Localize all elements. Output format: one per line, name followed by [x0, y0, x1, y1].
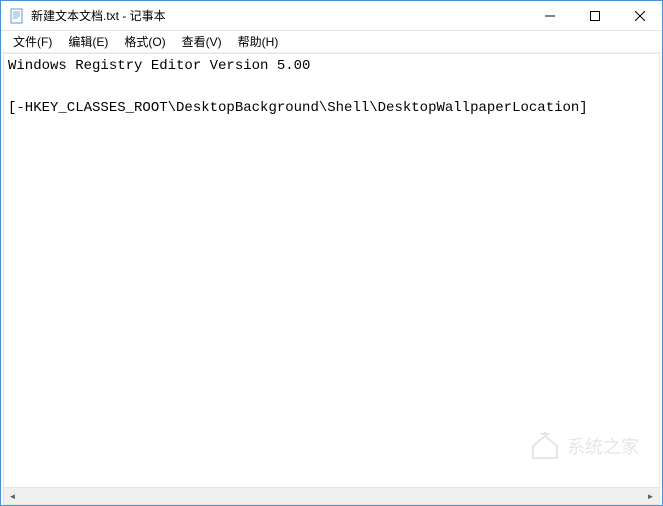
- menubar: 文件(F) 编辑(E) 格式(O) 查看(V) 帮助(H): [1, 31, 662, 53]
- scroll-right-arrow-icon[interactable]: ►: [642, 488, 659, 505]
- maximize-button[interactable]: [572, 1, 617, 30]
- horizontal-scrollbar[interactable]: ◄ ►: [3, 488, 660, 505]
- menu-file[interactable]: 文件(F): [5, 31, 60, 52]
- minimize-button[interactable]: [527, 1, 572, 30]
- notepad-icon: [9, 8, 25, 24]
- titlebar: 新建文本文档.txt - 记事本: [1, 1, 662, 31]
- window-title: 新建文本文档.txt - 记事本: [31, 7, 527, 24]
- menu-help[interactable]: 帮助(H): [230, 31, 287, 52]
- scroll-left-arrow-icon[interactable]: ◄: [4, 488, 21, 505]
- window-controls: [527, 1, 662, 30]
- text-editor[interactable]: [4, 54, 659, 487]
- close-button[interactable]: [617, 1, 662, 30]
- scroll-track[interactable]: [21, 488, 642, 504]
- menu-view[interactable]: 查看(V): [174, 31, 230, 52]
- menu-edit[interactable]: 编辑(E): [60, 31, 116, 52]
- content-area: 系统之家: [3, 53, 660, 488]
- menu-format[interactable]: 格式(O): [116, 31, 173, 52]
